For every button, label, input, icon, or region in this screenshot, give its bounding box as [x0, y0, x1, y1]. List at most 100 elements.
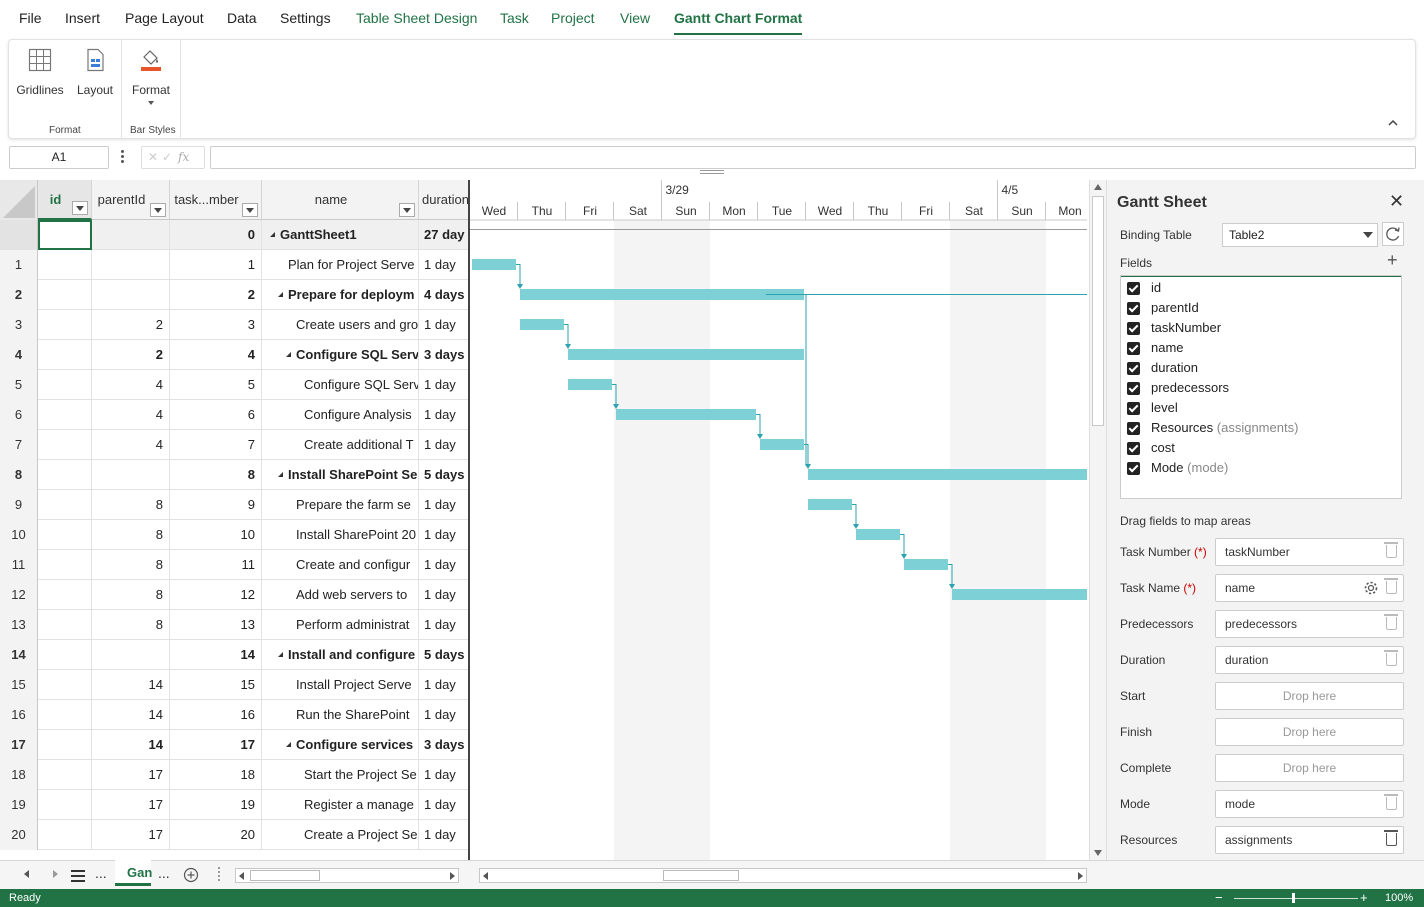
menu-page-layout[interactable]: Page Layout — [125, 10, 204, 26]
cell-name[interactable]: Register a manage — [262, 790, 419, 820]
trash-icon[interactable] — [1384, 578, 1398, 594]
mapped-field[interactable]: taskNumber — [1215, 538, 1404, 566]
row-header[interactable]: 2 — [0, 280, 38, 310]
scrollbar-thumb[interactable] — [1092, 196, 1104, 426]
column-header-id[interactable]: id — [38, 180, 92, 220]
row-header[interactable]: 12 — [0, 580, 38, 610]
mapped-field[interactable]: predecessors — [1215, 610, 1404, 638]
checkbox[interactable] — [1127, 402, 1140, 415]
cell-parent[interactable] — [92, 250, 170, 280]
mapped-field[interactable]: mode — [1215, 790, 1404, 818]
collapse-triangle-icon[interactable] — [278, 652, 283, 657]
close-icon[interactable]: ✕ — [1389, 191, 1404, 212]
cell-parent[interactable] — [92, 280, 170, 310]
cell-parent[interactable] — [92, 460, 170, 490]
row-header[interactable]: 18 — [0, 760, 38, 790]
cell-parent[interactable]: 8 — [92, 520, 170, 550]
cell-task[interactable]: 7 — [170, 430, 262, 460]
cell-parent[interactable]: 8 — [92, 490, 170, 520]
cell-dur[interactable]: 1 day — [419, 760, 468, 790]
vertical-scrollbar[interactable] — [1089, 180, 1106, 860]
format-button[interactable]: Format — [129, 48, 173, 105]
next-sheet-icon[interactable] — [53, 870, 58, 878]
cell-parent[interactable]: 17 — [92, 820, 170, 850]
filter-dropdown-icon[interactable] — [242, 203, 258, 217]
cell-task[interactable]: 19 — [170, 790, 262, 820]
cell-dur[interactable]: 1 day — [419, 790, 468, 820]
checkbox[interactable] — [1127, 322, 1140, 335]
checkbox[interactable] — [1127, 302, 1140, 315]
scroll-up-icon[interactable] — [1094, 184, 1102, 190]
formula-input[interactable] — [210, 146, 1416, 169]
checkbox[interactable] — [1127, 442, 1140, 455]
cell-task[interactable]: 6 — [170, 400, 262, 430]
cell-name[interactable]: Install SharePoint 20 — [262, 520, 419, 550]
cell-task[interactable]: 8 — [170, 460, 262, 490]
cell-task[interactable]: 11 — [170, 550, 262, 580]
cell-id[interactable] — [38, 250, 92, 280]
cell-name[interactable]: Configure Analysis — [262, 400, 419, 430]
cell-id[interactable] — [38, 220, 92, 250]
row-header[interactable]: 7 — [0, 430, 38, 460]
cell-dur[interactable]: 5 days — [419, 640, 468, 670]
cell-name[interactable]: Create users and gro — [262, 310, 419, 340]
cell-task[interactable]: 17 — [170, 730, 262, 760]
checkbox[interactable] — [1127, 462, 1140, 475]
cell-parent[interactable]: 14 — [92, 730, 170, 760]
cell-parent[interactable]: 8 — [92, 610, 170, 640]
cell-id[interactable] — [38, 670, 92, 700]
row-header[interactable]: 15 — [0, 670, 38, 700]
cell-task[interactable]: 10 — [170, 520, 262, 550]
cell-task[interactable]: 18 — [170, 760, 262, 790]
menu-settings[interactable]: Settings — [280, 10, 331, 26]
more-sheets-left[interactable]: ... — [95, 865, 107, 881]
tab-splitter[interactable] — [218, 867, 220, 881]
cell-id[interactable] — [38, 490, 92, 520]
cell-dur[interactable]: 1 day — [419, 430, 468, 460]
column-header-tasknumber[interactable]: task...mber — [170, 180, 262, 220]
row-header[interactable]: 3 — [0, 310, 38, 340]
cell-name[interactable]: Perform administrat — [262, 610, 419, 640]
collapse-triangle-icon[interactable] — [286, 352, 291, 357]
row-header[interactable]: 9 — [0, 490, 38, 520]
cell-id[interactable] — [38, 790, 92, 820]
cell-parent[interactable]: 4 — [92, 430, 170, 460]
filter-dropdown-icon[interactable] — [150, 203, 166, 217]
cell-parent[interactable] — [92, 220, 170, 250]
cell-dur[interactable]: 1 day — [419, 580, 468, 610]
zoom-slider[interactable] — [1234, 898, 1358, 899]
row-header[interactable]: 4 — [0, 340, 38, 370]
checkbox[interactable] — [1127, 342, 1140, 355]
zoom-slider-thumb[interactable] — [1292, 893, 1295, 903]
cell-name[interactable]: Plan for Project Serve — [262, 250, 419, 280]
menu-file[interactable]: File — [19, 10, 42, 26]
drop-zone[interactable]: Drop here — [1215, 754, 1404, 782]
cell-dur[interactable]: 1 day — [419, 250, 468, 280]
filter-dropdown-icon[interactable] — [72, 201, 88, 215]
row-header[interactable]: 19 — [0, 790, 38, 820]
cell-task[interactable]: 14 — [170, 640, 262, 670]
cell-id[interactable] — [38, 520, 92, 550]
cell-dur[interactable]: 5 days — [419, 460, 468, 490]
cell-name[interactable]: GanttSheet1 — [262, 220, 419, 250]
cell-dur[interactable]: 1 day — [419, 610, 468, 640]
more-sheets-right[interactable]: ... — [158, 865, 170, 881]
cell-parent[interactable]: 2 — [92, 340, 170, 370]
collapse-triangle-icon[interactable] — [270, 232, 275, 237]
gantt-horizontal-scrollbar[interactable] — [479, 868, 1087, 883]
scrollbar-thumb[interactable] — [663, 870, 739, 881]
checkbox[interactable] — [1127, 282, 1140, 295]
select-all-corner[interactable] — [0, 180, 38, 220]
cell-task[interactable]: 3 — [170, 310, 262, 340]
cell-parent[interactable]: 4 — [92, 400, 170, 430]
menu-project[interactable]: Project — [551, 10, 595, 26]
cell-task[interactable]: 5 — [170, 370, 262, 400]
scroll-left-icon[interactable] — [483, 872, 488, 880]
binding-table-select[interactable]: Table2 — [1222, 223, 1378, 247]
cell-name[interactable]: Install and configure — [262, 640, 419, 670]
cell-dur[interactable]: 1 day — [419, 310, 468, 340]
row-header[interactable]: 11 — [0, 550, 38, 580]
cell-dur[interactable]: 1 day — [419, 820, 468, 850]
cell-id[interactable] — [38, 400, 92, 430]
cell-parent[interactable]: 8 — [92, 550, 170, 580]
